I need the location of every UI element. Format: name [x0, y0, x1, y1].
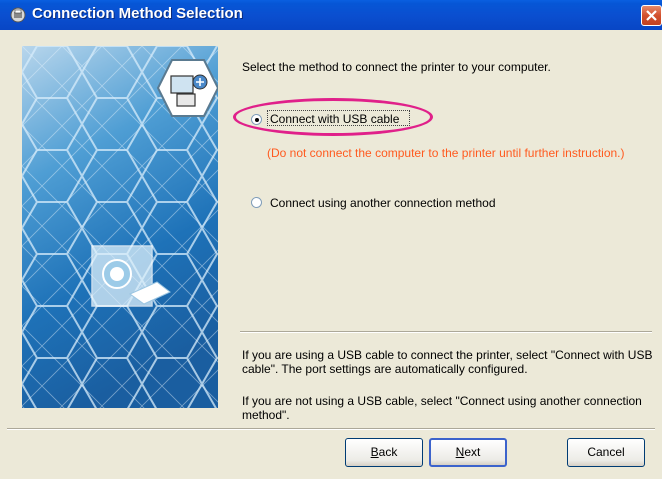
close-icon: [646, 10, 657, 21]
close-button[interactable]: [641, 5, 662, 26]
instruction-text: Select the method to connect the printer…: [242, 60, 551, 74]
other-info-text: If you are not using a USB cable, select…: [242, 394, 642, 422]
warning-text: (Do not connect the computer to the prin…: [267, 146, 625, 160]
computer-icon: [156, 59, 218, 117]
title-bar[interactable]: Connection Method Selection: [0, 0, 662, 30]
dialog-window: Connection Method Selection Select the m…: [0, 0, 662, 479]
button-divider: [7, 428, 655, 430]
other-method-option-label[interactable]: Connect using another connection method: [270, 196, 496, 210]
side-illustration: [22, 46, 218, 408]
other-method-radio-button[interactable]: [251, 197, 262, 208]
next-button[interactable]: Next: [429, 438, 507, 467]
usb-option-label[interactable]: Connect with USB cable: [270, 112, 399, 126]
cancel-button[interactable]: Cancel: [567, 438, 645, 467]
usb-info-text: If you are using a USB cable to connect …: [242, 348, 653, 376]
window-title: Connection Method Selection: [32, 5, 243, 22]
back-button[interactable]: Back: [345, 438, 423, 467]
info-divider: [240, 331, 652, 333]
usb-radio-button[interactable]: [251, 114, 262, 125]
printer-setup-icon: [10, 7, 26, 23]
